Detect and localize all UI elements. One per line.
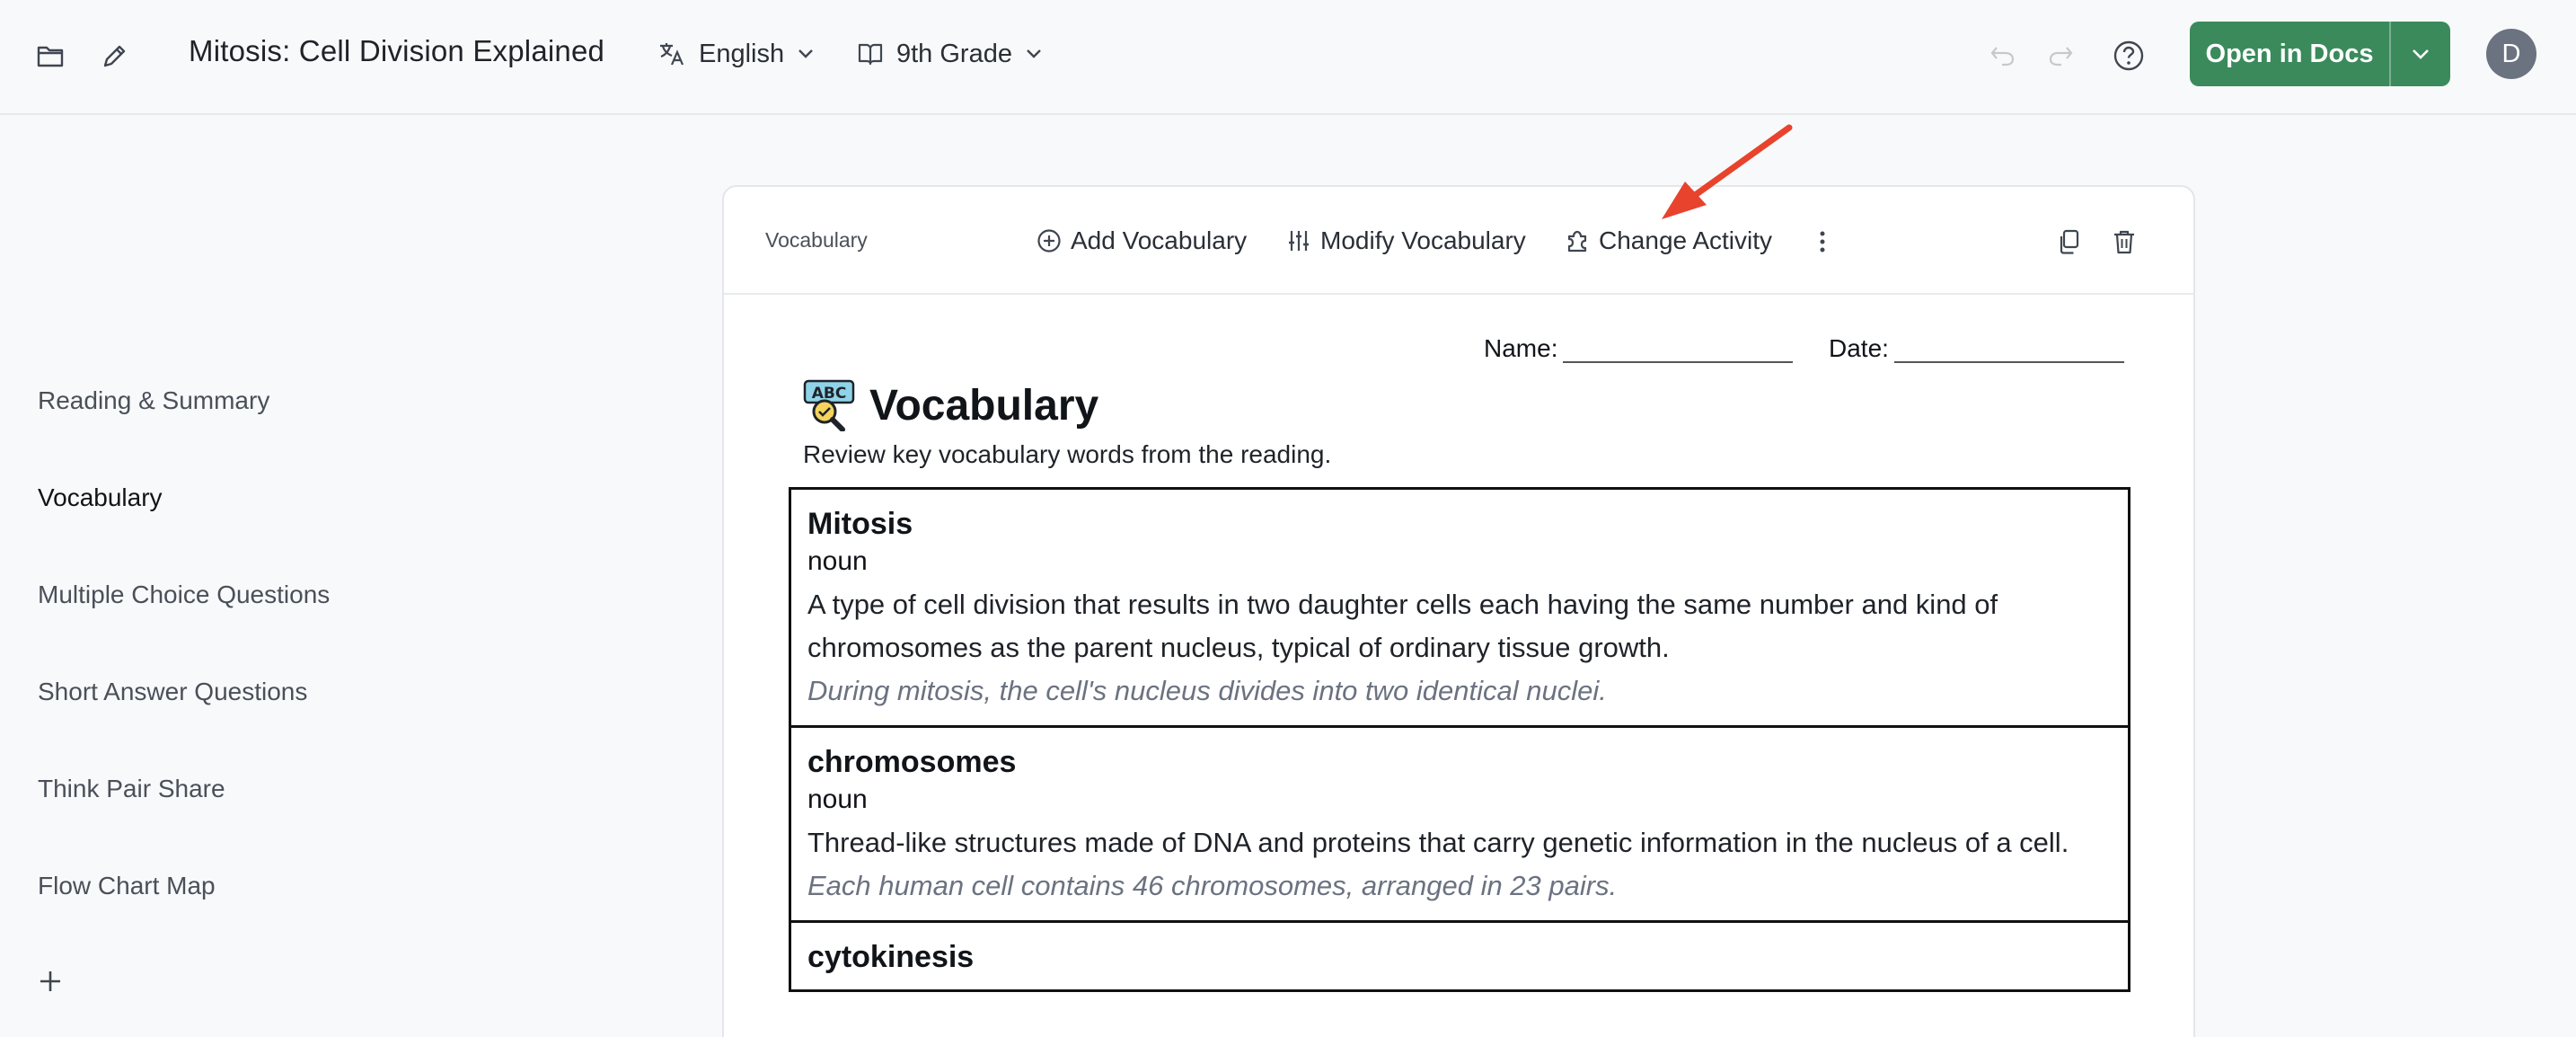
vocab-part-of-speech: noun: [807, 546, 868, 576]
name-line: [1563, 336, 1794, 363]
worksheet-title: Vocabulary: [869, 382, 1099, 430]
vocab-example: During mitosis, the cell's nucleus divid…: [807, 675, 1607, 706]
date-field[interactable]: Date:: [1829, 334, 2124, 363]
open-in-docs-button-group: Open in Docs: [2190, 22, 2450, 86]
sidebar-item-short-answer[interactable]: Short Answer Questions: [38, 678, 307, 706]
trash-icon[interactable]: [2109, 226, 2139, 257]
book-icon: [858, 43, 883, 66]
card-toolbar: Vocabulary Add Vocabulary Modify Vocabul…: [724, 187, 2193, 295]
section-label: Vocabulary: [765, 228, 868, 252]
sidebar-item-flow-chart-map[interactable]: Flow Chart Map: [38, 872, 216, 900]
grade-selector[interactable]: 9th Grade: [857, 32, 1043, 75]
vocab-entry: chromosomes noun Thread-like structures …: [791, 728, 2128, 923]
add-vocabulary-label: Add Vocabulary: [1071, 226, 1248, 254]
name-field[interactable]: Name:: [1484, 334, 1794, 363]
chevron-down-icon: [798, 49, 813, 58]
sliders-icon: [1289, 231, 1309, 251]
edit-icon[interactable]: [95, 36, 135, 75]
date-line: [1893, 336, 2124, 363]
vocab-term: cytokinesis: [807, 940, 975, 974]
add-section-button[interactable]: [34, 965, 66, 997]
vocab-definition: Thread-like structures made of DNA and p…: [807, 827, 2069, 858]
plus-circle-icon: [1037, 229, 1061, 253]
vocab-example: Each human cell contains 46 chromosomes,…: [807, 870, 1618, 901]
vocab-entry: Mitosis noun A type of cell division tha…: [791, 490, 2128, 728]
worksheet-subtitle: Review key vocabulary words from the rea…: [803, 440, 1332, 468]
document-title[interactable]: Mitosis: Cell Division Explained: [189, 34, 604, 68]
top-bar: Mitosis: Cell Division Explained English…: [0, 0, 2576, 115]
redo-icon[interactable]: [2041, 36, 2080, 75]
chevron-down-icon: [1027, 49, 1041, 58]
name-label: Name:: [1484, 334, 1558, 362]
plus-icon: [40, 971, 60, 991]
abc-magnifier-icon: ABC: [803, 379, 855, 431]
change-activity-label: Change Activity: [1599, 226, 1772, 254]
add-vocabulary-button[interactable]: Add Vocabulary: [1037, 223, 1247, 259]
copy-icon[interactable]: [2053, 226, 2084, 257]
chevron-down-icon: [2413, 49, 2429, 59]
open-in-docs-menu-button[interactable]: [2391, 22, 2450, 86]
vocab-entry: cytokinesis: [791, 923, 2128, 992]
puzzle-icon: [1567, 230, 1587, 253]
vocab-term: chromosomes: [807, 745, 1017, 779]
language-selector[interactable]: English: [657, 32, 815, 75]
vocab-term: Mitosis: [807, 507, 913, 541]
language-label: English: [699, 39, 785, 68]
avatar[interactable]: D: [2486, 29, 2536, 79]
grade-label: 9th Grade: [896, 39, 1012, 68]
more-options-icon[interactable]: [1807, 226, 1838, 257]
help-icon[interactable]: [2109, 36, 2148, 75]
open-in-docs-button[interactable]: Open in Docs: [2190, 22, 2391, 86]
vocab-definition: A type of cell division that results in …: [807, 589, 1998, 663]
vocab-part-of-speech: noun: [807, 784, 868, 814]
change-activity-button[interactable]: Change Activity: [1565, 223, 1772, 259]
vocabulary-table: Mitosis noun A type of cell division tha…: [789, 487, 2130, 992]
modify-vocabulary-label: Modify Vocabulary: [1320, 226, 1526, 254]
undo-icon[interactable]: [1983, 36, 2023, 75]
sidebar-item-vocabulary[interactable]: Vocabulary: [38, 483, 163, 512]
sidebar-item-multiple-choice[interactable]: Multiple Choice Questions: [38, 581, 330, 609]
folder-icon[interactable]: [31, 36, 70, 75]
sidebar-item-reading-summary[interactable]: Reading & Summary: [38, 386, 269, 415]
modify-vocabulary-button[interactable]: Modify Vocabulary: [1286, 223, 1526, 259]
svg-text:ABC: ABC: [812, 385, 847, 403]
date-label: Date:: [1829, 334, 1889, 362]
translate-icon: [660, 43, 684, 66]
sidebar-item-think-pair-share[interactable]: Think Pair Share: [38, 775, 225, 803]
